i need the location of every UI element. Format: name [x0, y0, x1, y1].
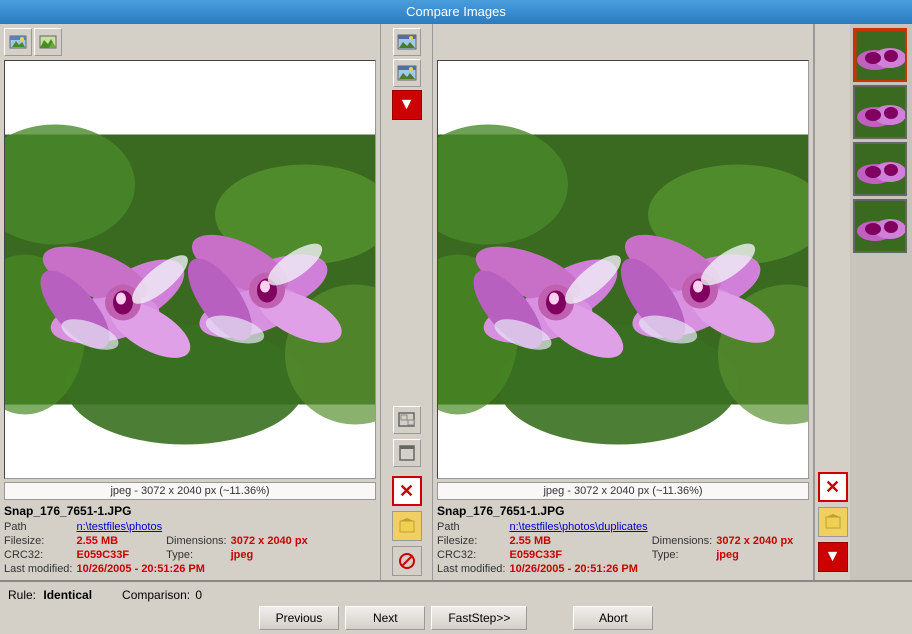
rule-row: Rule: Identical	[8, 588, 92, 602]
right-filename: Snap_176_7651-1.JPG	[437, 504, 809, 518]
left-file-info: Snap_176_7651-1.JPG Path n:\testfiles\ph…	[4, 504, 376, 576]
right-image-label: jpeg - 3072 x 2040 px (~11.36%)	[437, 482, 809, 500]
thumbnail-4[interactable]	[853, 199, 907, 253]
right-delete-btn[interactable]: ✕	[818, 472, 848, 502]
middle-controls: ▼ ✕	[381, 24, 433, 580]
right-toolbar	[437, 28, 809, 56]
thumbnail-strip	[850, 24, 912, 580]
left-panel: jpeg - 3072 x 2040 px (~11.36%) Snap_176…	[0, 24, 381, 580]
abort-button[interactable]: Abort	[573, 606, 653, 630]
left-image-area	[4, 60, 376, 479]
left-view-btn[interactable]	[393, 28, 421, 56]
previous-button[interactable]: Previous	[259, 606, 340, 630]
right-crc-label: CRC32:	[437, 548, 509, 562]
right-dimensions-value: 3072 x 2040 px	[716, 535, 793, 547]
left-image-label: jpeg - 3072 x 2040 px (~11.36%)	[4, 482, 376, 500]
left-delete-btn[interactable]: ✕	[392, 476, 422, 506]
right-move-btn[interactable]	[818, 507, 848, 537]
left-type-value: jpeg	[231, 549, 254, 561]
right-type-value: jpeg	[716, 549, 739, 561]
sync-btn[interactable]	[393, 406, 421, 434]
thumbnail-3[interactable]	[853, 142, 907, 196]
right-panel: jpeg - 3072 x 2040 px (~11.36%) Snap_176…	[433, 24, 814, 580]
left-modified-label: Last modified:	[4, 562, 76, 576]
middle-down-btn[interactable]: ▼	[392, 90, 422, 120]
left-crc-label: CRC32:	[4, 548, 76, 562]
left-path-value[interactable]: n:\testfiles\photos	[76, 521, 162, 533]
left-filesize-label: Filesize:	[4, 534, 76, 548]
left-filesize-value: 2.55 MB	[76, 535, 118, 547]
title-bar: Compare Images	[0, 0, 912, 24]
comparison-row: Comparison: 0	[122, 588, 202, 602]
left-toolbar	[4, 28, 376, 56]
right-view-btn[interactable]	[393, 59, 421, 87]
right-path-value[interactable]: n:\testfiles\photos\duplicates	[509, 521, 647, 533]
comparison-value: 0	[195, 588, 202, 602]
right-dimensions-label: Dimensions:	[652, 534, 717, 548]
left-filename: Snap_176_7651-1.JPG	[4, 504, 376, 518]
left-type-label: Type:	[166, 548, 231, 562]
left-move-btn[interactable]	[392, 511, 422, 541]
right-modified-value: 10/26/2005 - 20:51:26 PM	[509, 563, 637, 575]
left-dimensions-value: 3072 x 2040 px	[231, 535, 308, 547]
right-filesize-value: 2.55 MB	[509, 535, 551, 547]
rule-value: Identical	[43, 588, 92, 602]
next-button[interactable]: Next	[345, 606, 425, 630]
left-toolbar-btn1[interactable]	[4, 28, 32, 56]
left-block-btn[interactable]	[392, 546, 422, 576]
thumbnail-2[interactable]	[853, 85, 907, 139]
right-modified-label: Last modified:	[437, 562, 509, 576]
right-crc-value: E059C33F	[509, 549, 562, 561]
app-title: Compare Images	[406, 4, 506, 19]
right-type-label: Type:	[652, 548, 717, 562]
left-modified-value: 10/26/2005 - 20:51:26 PM	[76, 563, 204, 575]
left-crc-value: E059C33F	[76, 549, 129, 561]
right-file-info: Snap_176_7651-1.JPG Path n:\testfiles\ph…	[437, 504, 809, 576]
left-dimensions-label: Dimensions:	[166, 534, 231, 548]
faststep-button[interactable]: FastStep>>	[431, 606, 527, 630]
comparison-label: Comparison:	[122, 588, 190, 602]
right-path-label: Path	[437, 520, 509, 534]
left-toolbar-btn2[interactable]	[34, 28, 62, 56]
maximize-btn[interactable]	[393, 439, 421, 467]
right-image-area	[437, 60, 809, 479]
right-down-btn[interactable]: ▼	[818, 542, 848, 572]
left-path-label: Path	[4, 520, 76, 534]
right-filesize-label: Filesize:	[437, 534, 509, 548]
rule-label: Rule:	[8, 588, 36, 602]
thumbnail-1[interactable]	[853, 28, 907, 82]
